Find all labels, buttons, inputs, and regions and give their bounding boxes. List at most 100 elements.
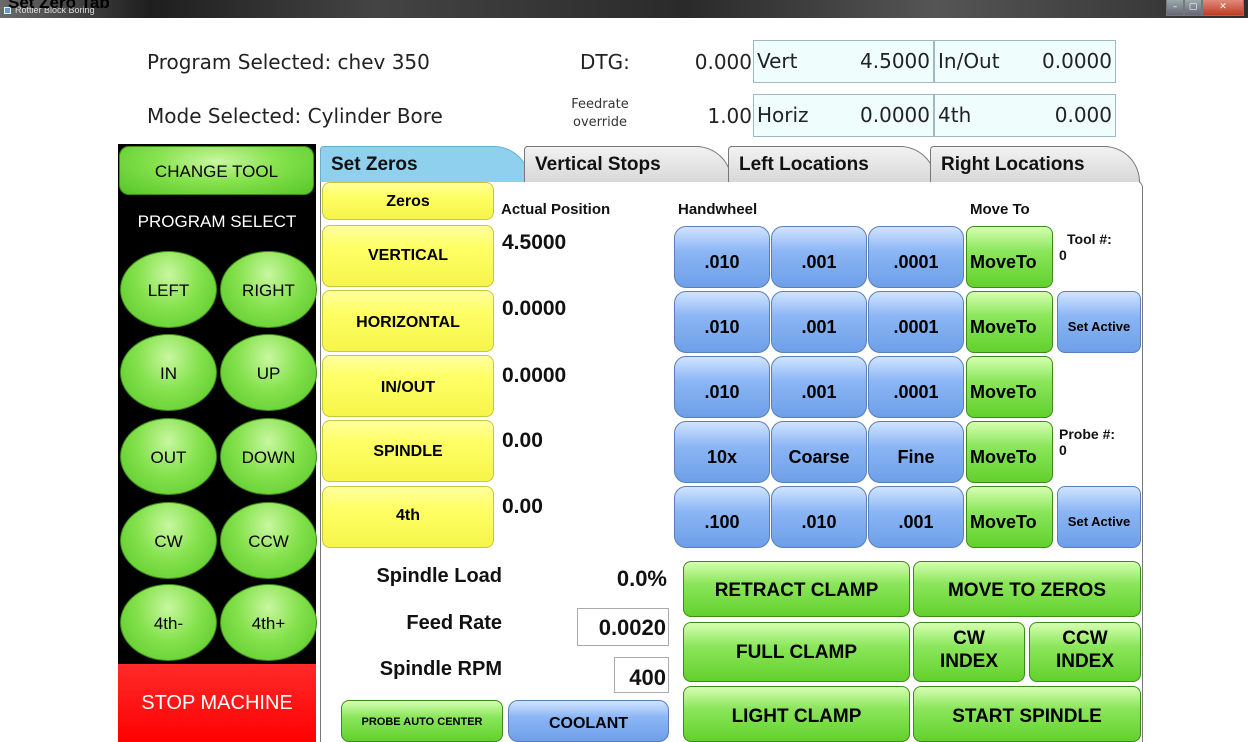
hw-label: .001 — [801, 252, 837, 272]
spindle-position: 0.00 — [502, 429, 543, 452]
hw-label: .010 — [801, 512, 837, 532]
move-to-inout-button[interactable]: MoveTo — [966, 356, 1053, 418]
zeros-button[interactable]: Zeros — [322, 182, 494, 220]
inout-label: In/Out — [938, 49, 1000, 73]
jog-up-button[interactable]: UP — [220, 334, 317, 411]
feed-rate-input[interactable]: 0.0020 — [577, 608, 669, 646]
actual-position-header: Actual Position — [501, 201, 611, 218]
hw-horizontal-010[interactable]: .010 — [674, 291, 770, 353]
feedrate-override-label: Feedrate override — [560, 96, 640, 132]
jog-ccw-button[interactable]: CCW — [220, 502, 317, 579]
inout-position: 0.0000 — [502, 364, 567, 387]
set-active-tool-button[interactable]: Set Active — [1057, 291, 1141, 353]
probe-auto-center-button[interactable]: PROBE AUTO CENTER — [341, 700, 503, 742]
tab-bar: Set Zeros Vertical Stops Left Locations … — [320, 146, 1228, 182]
hw-horizontal-001[interactable]: .001 — [771, 291, 867, 353]
spindle-load-value: 0.0% — [616, 566, 667, 591]
jog-4th-minus-button[interactable]: 4th- — [120, 584, 217, 661]
zero-spindle-button[interactable]: SPINDLE — [322, 420, 494, 482]
vert-value: 4.5000 — [860, 49, 930, 73]
hw-vertical-0001[interactable]: .0001 — [868, 226, 964, 288]
tool-number-value: 0 — [1059, 247, 1067, 263]
move-to-zeros-button[interactable]: MOVE TO ZEROS — [913, 561, 1141, 617]
hw-spindle-10x[interactable]: 10x — [674, 421, 770, 483]
hw-spindle-fine[interactable]: Fine — [868, 421, 964, 483]
hw-label: .100 — [704, 512, 740, 532]
zero-4th-button[interactable]: 4th — [322, 486, 494, 548]
tab-set-zeros[interactable]: Set Zeros — [320, 146, 530, 182]
light-clamp-button[interactable]: LIGHT CLAMP — [683, 686, 910, 742]
hw-label: .001 — [898, 512, 934, 532]
hw-inout-001[interactable]: .001 — [771, 356, 867, 418]
minimize-button[interactable]: – — [1166, 0, 1184, 16]
start-spindle-button[interactable]: START SPINDLE — [913, 686, 1141, 742]
set-active-label: Set Active — [1067, 514, 1131, 529]
stop-machine-button[interactable]: STOP MACHINE — [118, 664, 316, 742]
jog-in-button[interactable]: IN — [120, 334, 217, 411]
close-button[interactable]: ✕ — [1202, 0, 1244, 16]
hw-inout-010[interactable]: .010 — [674, 356, 770, 418]
jog-4th-plus-button[interactable]: 4th+ — [220, 584, 317, 661]
dtg-label: DTG: — [580, 50, 630, 74]
hw-vertical-010[interactable]: .010 — [674, 226, 770, 288]
move-to-spindle-button[interactable]: MoveTo — [966, 421, 1053, 483]
hw-label: .0001 — [893, 252, 939, 272]
spindle-rpm-input[interactable]: 400 — [614, 657, 669, 693]
zero-inout-button[interactable]: IN/OUT — [322, 355, 494, 417]
light-clamp-label: LIGHT CLAMP — [731, 706, 862, 727]
jog-left-button[interactable]: LEFT — [120, 251, 217, 328]
hw-inout-0001[interactable]: .0001 — [868, 356, 964, 418]
zero-horizontal-button[interactable]: HORIZONTAL — [322, 290, 494, 352]
feed-rate-label: Feed Rate — [406, 612, 502, 634]
hw-label: .010 — [704, 252, 740, 272]
retract-clamp-button[interactable]: RETRACT CLAMP — [683, 561, 910, 617]
tab-right-locations[interactable]: Right Locations — [930, 146, 1140, 182]
jog-cw-button[interactable]: CW — [120, 502, 217, 579]
hw-spindle-coarse[interactable]: Coarse — [771, 421, 867, 483]
hw-label: .001 — [801, 317, 837, 337]
full-clamp-button[interactable]: FULL CLAMP — [683, 622, 910, 682]
horiz-label: Horiz — [757, 103, 809, 127]
change-tool-button[interactable]: CHANGE TOOL — [119, 146, 314, 195]
move-to-label: MoveTo — [970, 382, 1037, 402]
probe-number-label: Probe #: — [1059, 426, 1116, 442]
screen-caption: Set Zero Tab — [8, 0, 110, 12]
start-spindle-label: START SPINDLE — [952, 706, 1102, 727]
tab-left-locations[interactable]: Left Locations — [728, 146, 936, 182]
horiz-position-box: Horiz 0.0000 — [753, 94, 934, 137]
hw-horizontal-0001[interactable]: .0001 — [868, 291, 964, 353]
maximize-button[interactable]: ▢ — [1184, 0, 1202, 16]
jog-down-button[interactable]: DOWN — [220, 418, 317, 495]
cw-index-button[interactable]: CW INDEX — [913, 622, 1025, 682]
inout-position-box: In/Out 0.0000 — [934, 40, 1116, 83]
tool-number: Tool #: 0 — [1059, 231, 1112, 263]
zeros-button-label: Zeros — [386, 193, 430, 210]
jog-right-button[interactable]: RIGHT — [220, 251, 317, 328]
move-to-4th-button[interactable]: MoveTo — [966, 486, 1053, 548]
jog-out-button[interactable]: OUT — [120, 418, 217, 495]
move-to-vertical-button[interactable]: MoveTo — [966, 226, 1053, 288]
hw-label: Coarse — [788, 447, 850, 467]
program-selected: Program Selected: chev 350 — [147, 50, 430, 74]
fourth-position-box: 4th 0.000 — [934, 94, 1116, 137]
hw-4th-001[interactable]: .001 — [868, 486, 964, 548]
zero-horizontal-label: HORIZONTAL — [356, 314, 460, 331]
tool-number-label: Tool #: — [1067, 231, 1112, 247]
hw-4th-100[interactable]: .100 — [674, 486, 770, 548]
zero-vertical-button[interactable]: VERTICAL — [322, 225, 494, 287]
move-to-horizontal-button[interactable]: MoveTo — [966, 291, 1053, 353]
move-to-zeros-label: MOVE TO ZEROS — [947, 580, 1106, 601]
coolant-button[interactable]: COOLANT — [508, 700, 669, 742]
hw-label: .010 — [704, 317, 740, 337]
hw-vertical-001[interactable]: .001 — [771, 226, 867, 288]
zero-spindle-label: SPINDLE — [373, 443, 443, 460]
vertical-position: 4.5000 — [502, 231, 567, 254]
set-active-probe-button[interactable]: Set Active — [1057, 486, 1141, 548]
ccw-index-button[interactable]: CCW INDEX — [1029, 622, 1141, 682]
tab-vertical-stops[interactable]: Vertical Stops — [524, 146, 732, 182]
zero-4th-label: 4th — [396, 507, 420, 524]
zero-vertical-label: VERTICAL — [368, 247, 448, 264]
fourth-value: 0.000 — [1054, 103, 1112, 127]
hw-4th-010[interactable]: .010 — [771, 486, 867, 548]
feedrate-override-line1: Feedrate — [571, 97, 629, 112]
